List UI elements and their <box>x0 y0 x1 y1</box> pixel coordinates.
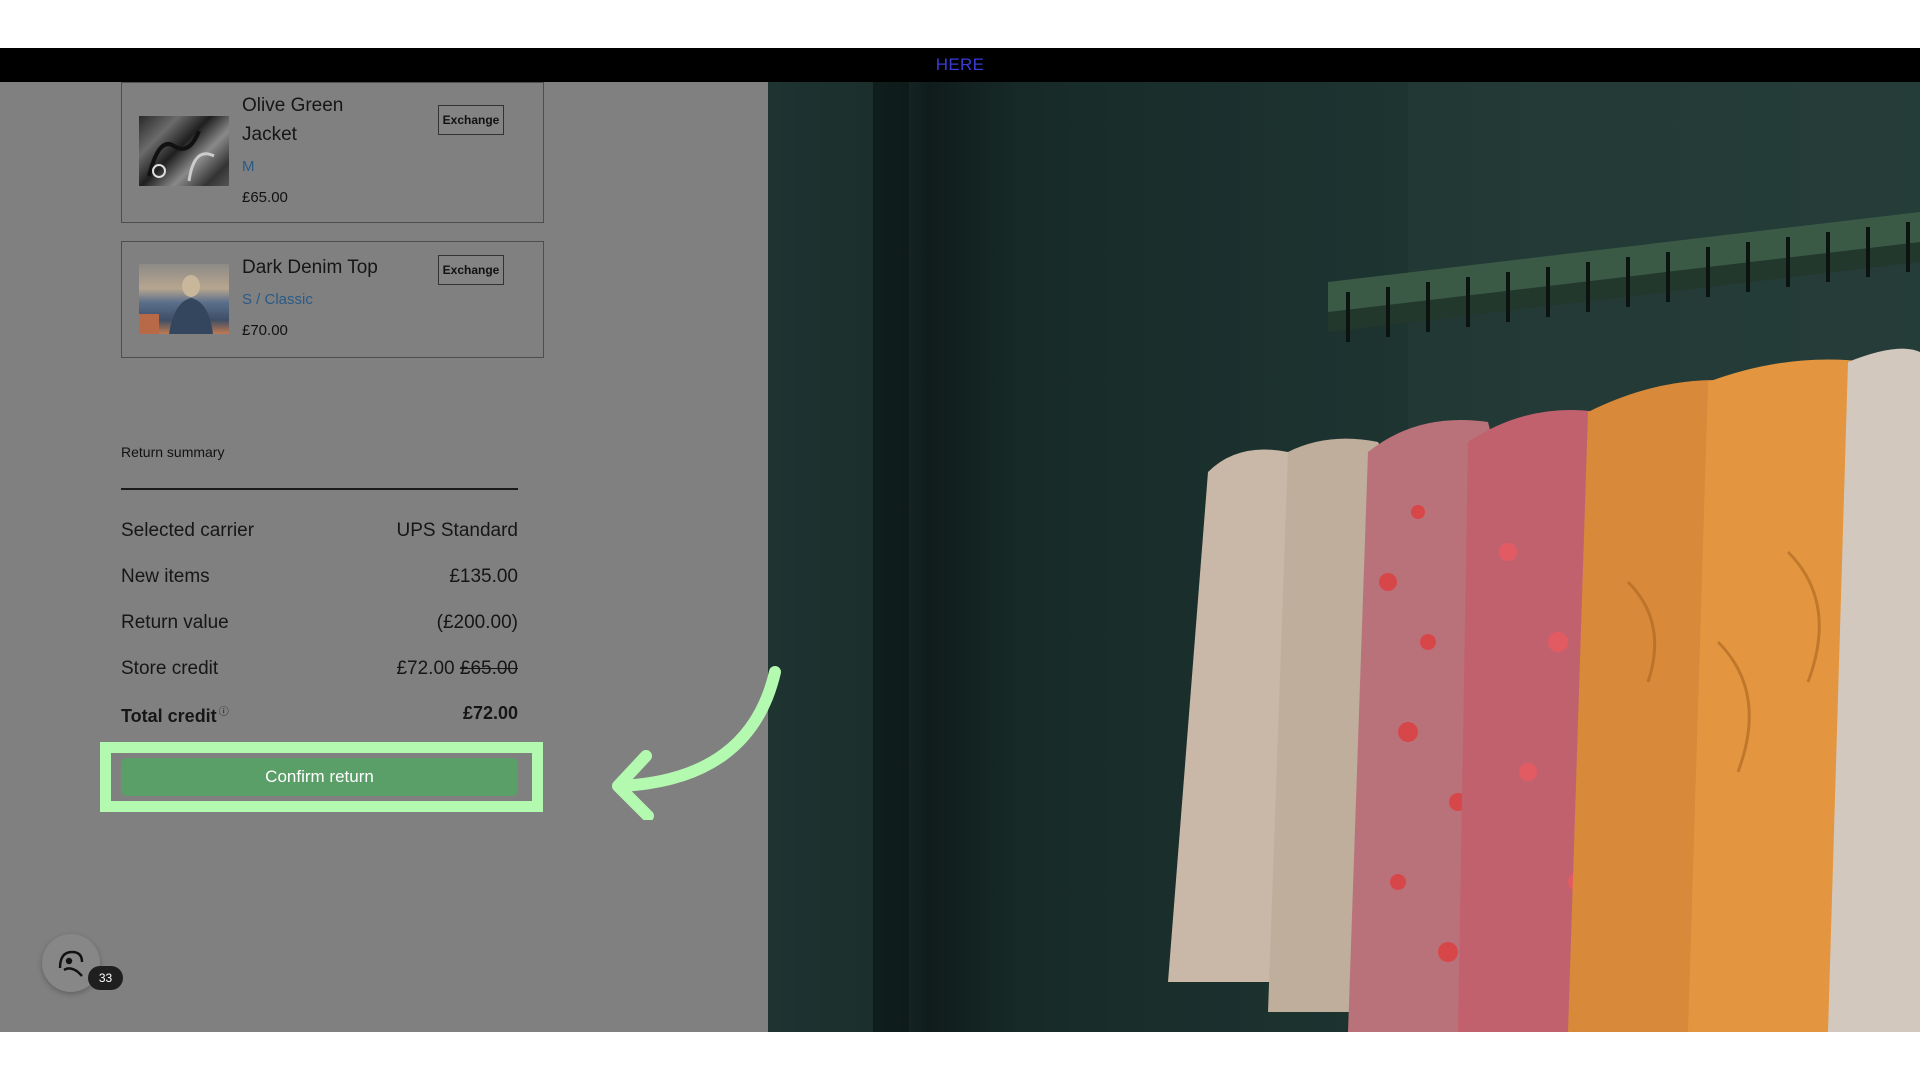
return-item-card: Olive Green Jacket M £65.00 Exchange <box>121 82 544 223</box>
summary-title: Return summary <box>121 444 225 460</box>
info-icon[interactable]: ⓘ <box>219 707 229 718</box>
exchange-button[interactable]: Exchange <box>438 255 504 285</box>
product-price: £65.00 <box>242 189 288 206</box>
exchange-button[interactable]: Exchange <box>438 105 504 135</box>
summary-divider <box>121 488 518 490</box>
product-price: £70.00 <box>242 322 288 339</box>
store-credit-original: £65.00 <box>459 658 518 679</box>
total-label: Total credit ⓘ <box>121 706 229 726</box>
summary-label: New items <box>121 566 210 587</box>
return-panel: Olive Green Jacket M £65.00 Exchange Dark… <box>0 82 768 1032</box>
product-variant: M <box>242 158 255 175</box>
summary-value: £135.00 <box>449 566 518 587</box>
product-variant: S / Classic <box>242 291 313 308</box>
product-name: Olive Green Jacket <box>242 95 344 145</box>
summary-value: UPS Standard <box>396 520 518 541</box>
return-item-card: Dark Denim Top S / Classic £70.00 Exchan… <box>121 241 544 358</box>
clothing-rack-photo <box>768 82 1920 1032</box>
summary-label: Selected carrier <box>121 520 255 541</box>
store-credit-new: £72.00 <box>396 658 455 679</box>
confirm-return-button[interactable]: Confirm return <box>121 758 518 796</box>
helper-face-icon <box>58 950 84 977</box>
top-banner: HERE <box>0 48 1920 82</box>
summary-row-carrier: Selected carrier UPS Standard <box>121 520 518 542</box>
summary-value: (£200.00) <box>436 612 518 633</box>
summary-label: Store credit <box>121 658 219 679</box>
product-image <box>139 264 229 334</box>
total-value: £72.00 <box>462 703 518 723</box>
summary-row-total: Total credit ⓘ £72.00 <box>121 703 518 727</box>
summary-row-new-items: New items £135.00 <box>121 566 518 588</box>
pointer-arrow-icon <box>612 666 781 820</box>
product-name: Dark Denim Top <box>242 257 378 278</box>
here-link[interactable]: HERE <box>936 55 984 75</box>
summary-row-return-value: Return value (£200.00) <box>121 612 518 634</box>
summary-label: Return value <box>121 612 229 633</box>
main-stage: Olive Green Jacket M £65.00 Exchange Dark… <box>0 82 1920 1032</box>
summary-value: £72.00 £65.00 <box>396 658 518 680</box>
page: HERE Olive Green Jacket M £65.00 Exchange <box>0 0 1920 1080</box>
helper-count-badge: 33 <box>88 966 123 990</box>
product-image <box>139 116 229 186</box>
summary-row-store-credit: Store credit £72.00 £65.00 <box>121 658 518 680</box>
